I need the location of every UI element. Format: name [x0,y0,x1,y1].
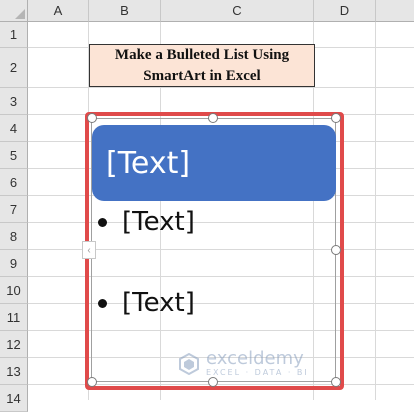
title-cell[interactable]: Make a Bulleted List Using SmartArt in E… [89,44,315,87]
row-header-10[interactable]: 10 [0,277,28,304]
smartart-bullet-item[interactable]: [Text] [98,207,195,237]
gridline [28,87,414,88]
resize-handle-top-right[interactable] [331,113,341,123]
resize-handle-bottom[interactable] [208,377,218,387]
row-header-12[interactable]: 12 [0,331,28,358]
resize-handle-bottom-right[interactable] [331,377,341,387]
watermark-tagline: EXCEL · DATA · BI [206,368,309,377]
select-all-corner[interactable] [0,0,28,22]
row-header-11[interactable]: 11 [0,304,28,331]
smartart-bullet-text[interactable]: [Text] [122,288,195,318]
column-header-a[interactable]: A [28,0,89,22]
bullet-dot-icon [98,217,107,227]
row-header-1[interactable]: 1 [0,22,28,48]
column-header-c[interactable]: C [161,0,314,22]
row-header-3[interactable]: 3 [0,88,28,115]
row-header-9[interactable]: 9 [0,250,28,277]
row-header-7[interactable]: 7 [0,196,28,223]
spreadsheet-grid: A B C D 1 2 3 4 5 6 7 8 9 10 11 12 13 14… [0,0,414,412]
resize-handle-top[interactable] [208,113,218,123]
resize-handle-right[interactable] [331,245,341,255]
row-header-8[interactable]: 8 [0,223,28,250]
gridline [375,22,376,400]
smartart-header-text[interactable]: [Text] [106,146,190,181]
column-header-e[interactable] [376,0,414,22]
row-header-13[interactable]: 13 [0,358,28,385]
resize-handle-bottom-left[interactable] [87,377,97,387]
text-pane-toggle-button[interactable]: ‹ [82,241,96,259]
smartart-bullet-text[interactable]: [Text] [122,207,195,237]
column-header-d[interactable]: D [314,0,376,22]
resize-handle-top-left[interactable] [87,113,97,123]
watermark-name: exceldemy [206,348,304,369]
exceldemy-logo-icon [179,352,199,375]
smartart-header-shape[interactable]: [Text] [92,125,336,201]
exceldemy-watermark: exceldemy EXCEL · DATA · BI [178,350,309,377]
row-header-6[interactable]: 6 [0,169,28,196]
row-header-4[interactable]: 4 [0,115,28,142]
bullet-dot-icon [98,298,107,308]
row-header-2[interactable]: 2 [0,48,28,88]
smartart-bullet-item[interactable]: [Text] [98,288,195,318]
row-header-14[interactable]: 14 [0,385,28,412]
column-header-b[interactable]: B [89,0,161,22]
title-line-2: SmartArt in Excel [143,67,261,84]
title-line-1: Make a Bulleted List Using [114,46,290,63]
row-header-5[interactable]: 5 [0,142,28,169]
